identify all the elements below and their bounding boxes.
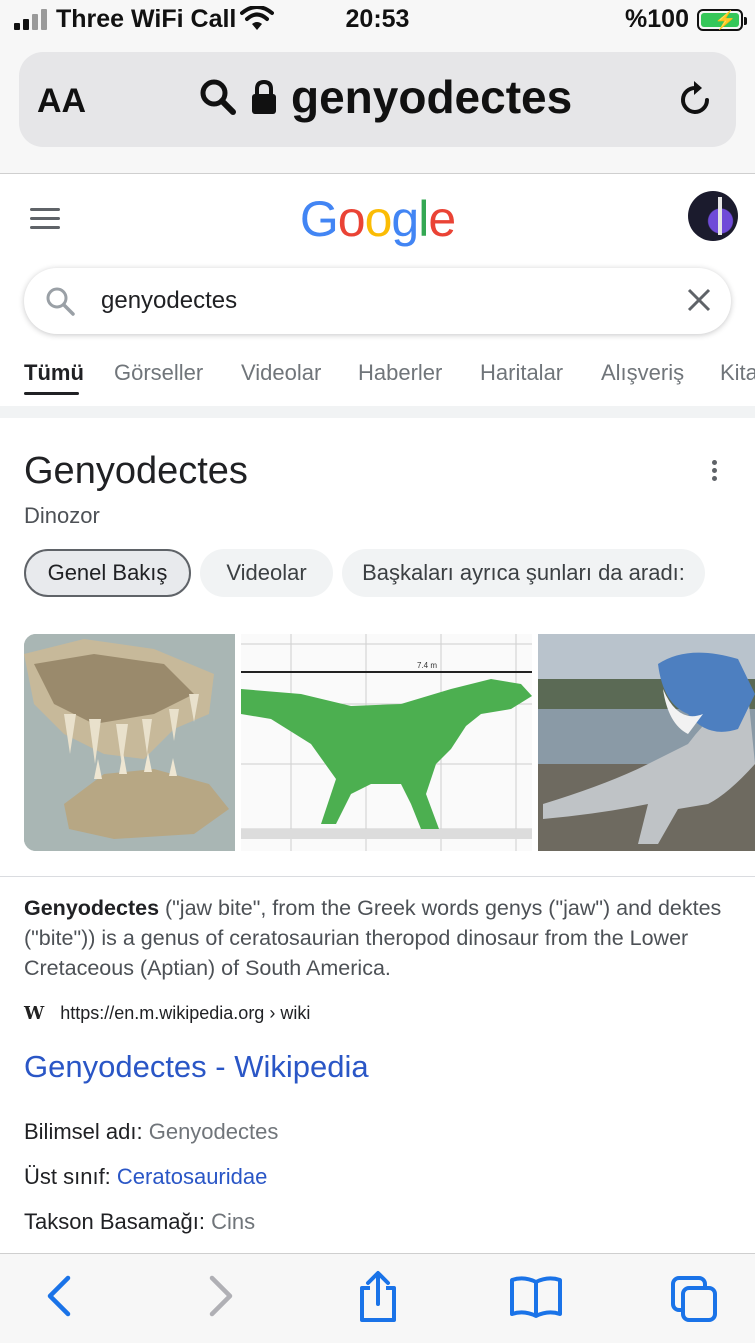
back-icon[interactable] [44,1274,74,1318]
tabs-icon[interactable] [669,1274,719,1324]
google-logo[interactable]: Google [0,190,755,248]
fact-scientific-name: Bilimsel adı: Genyodectes [24,1119,278,1145]
search-icon [200,79,236,115]
fact-taxon-rank: Takson Basamağı: Cins [24,1209,255,1235]
reload-icon[interactable] [678,78,714,118]
browser-toolbar [0,1253,755,1343]
search-tabs: Tümü Görseller Videolar Haberler Harital… [0,356,755,406]
fact-label: Bilimsel adı: [24,1119,143,1144]
battery-percent: %100 [625,5,689,33]
source-url[interactable]: https://en.m.wikipedia.org › wiki [60,1003,310,1024]
clear-icon[interactable] [683,284,715,316]
fact-value-link[interactable]: Ceratosauridae [117,1164,267,1189]
url-text: genyodectes [291,71,573,123]
url-display[interactable]: genyodectes [199,70,572,124]
tab-videos[interactable]: Videolar [241,360,321,386]
more-options-icon[interactable] [712,460,722,484]
fact-label: Takson Basamağı: [24,1209,205,1234]
lock-icon [252,79,276,114]
knowledge-panel-subtitle: Dinozor [24,503,100,528]
account-avatar[interactable] [688,191,738,241]
search-box[interactable]: genyodectes [24,268,731,334]
wikipedia-icon: W [24,1003,45,1024]
active-tab-indicator [24,392,79,395]
forward-icon[interactable] [206,1274,236,1318]
fact-value: Genyodectes [148,1119,279,1144]
knowledge-panel-title: Genyodectes [24,450,248,492]
chip-overview[interactable]: Genel Bakış [24,549,191,597]
battery-icon: ⚡ [697,9,747,31]
text-size-button[interactable]: AA [37,82,86,121]
tab-news[interactable]: Haberler [358,360,442,386]
chip-videos[interactable]: Videolar [200,549,333,597]
tab-books[interactable]: Kitaplar [720,360,755,386]
section-divider [0,876,755,877]
bookmarks-icon[interactable] [509,1274,563,1320]
wikipedia-link[interactable]: Genyodectes - Wikipedia [24,1049,369,1085]
search-icon [46,287,75,316]
address-bar[interactable]: AA genyodectes [19,52,736,147]
status-bar: Three WiFi Call 20:53 %100 ⚡ [0,0,755,42]
tab-all[interactable]: Tümü [24,360,84,386]
source-line[interactable]: W https://en.m.wikipedia.org › wiki [24,1003,310,1024]
tab-shopping[interactable]: Alışveriş [601,360,684,386]
chip-people-also-search[interactable]: Başkaları ayrıca şunları da aradı: [342,549,705,597]
tab-images[interactable]: Görseller [114,360,203,386]
share-icon[interactable] [355,1270,401,1324]
image-fossil-jaw[interactable] [24,634,235,851]
image-dinosaur-illustration[interactable] [538,634,755,851]
description-bold: Genyodectes [24,896,160,920]
browser-address-area: AA genyodectes [0,42,755,174]
fact-superclass: Üst sınıf: Ceratosauridae [24,1164,267,1190]
section-separator [0,406,755,418]
fact-value: Cins [211,1209,256,1234]
image-size-comparison[interactable]: 7.4 m [241,634,532,851]
fact-label: Üst sınıf: [24,1164,111,1189]
scale-label: 7.4 m [417,661,437,670]
search-input[interactable]: genyodectes [101,287,237,315]
tab-maps[interactable]: Haritalar [480,360,563,386]
description-text: Genyodectes ("jaw bite", from the Greek … [24,893,734,983]
